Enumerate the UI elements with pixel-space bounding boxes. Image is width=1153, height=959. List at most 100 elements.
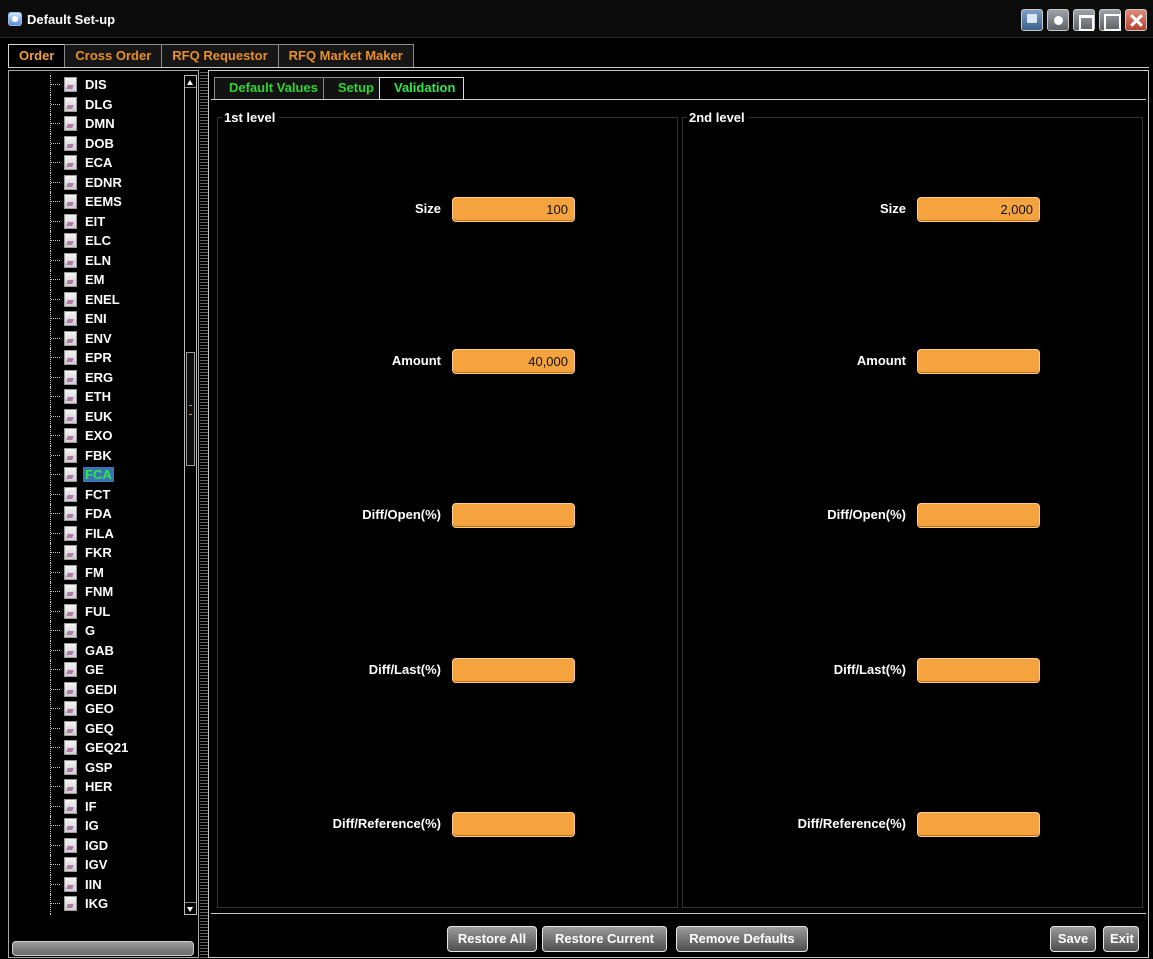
level-1-size-input[interactable] bbox=[452, 197, 575, 222]
tab-default-values[interactable]: Default Values bbox=[214, 77, 327, 99]
tree-connector bbox=[51, 747, 60, 748]
level-2-size-row: Size bbox=[683, 197, 1142, 222]
scroll-thumb[interactable] bbox=[186, 352, 195, 466]
tree-item-label: GSP bbox=[85, 759, 113, 775]
tree-item[interactable]: FILA bbox=[9, 523, 181, 543]
tab-cross-order[interactable]: Cross Order bbox=[64, 44, 163, 68]
tree-item[interactable]: G bbox=[9, 621, 181, 641]
tree-connector bbox=[51, 844, 60, 846]
tab-validation[interactable]: Validation bbox=[379, 77, 465, 99]
remove-defaults-button[interactable]: Remove Defaults bbox=[676, 926, 808, 952]
tree-item[interactable]: EUK bbox=[9, 406, 181, 426]
document-icon bbox=[64, 447, 77, 463]
tree-item[interactable]: GEQ21 bbox=[9, 738, 181, 758]
save-button[interactable]: Save bbox=[1050, 926, 1096, 952]
tree-item[interactable]: ELC bbox=[9, 231, 181, 251]
tree-item[interactable]: GEQ bbox=[9, 718, 181, 738]
record-icon[interactable] bbox=[1047, 9, 1069, 31]
restore-current-button[interactable]: Restore Current bbox=[542, 926, 667, 952]
tree-item[interactable]: FCA bbox=[9, 465, 181, 485]
tree-item[interactable]: FBK bbox=[9, 445, 181, 465]
tree-connector bbox=[51, 669, 60, 670]
tree-item[interactable]: DIS bbox=[9, 75, 181, 95]
tree-item[interactable]: EIT bbox=[9, 211, 181, 231]
tree-item[interactable]: IGD bbox=[9, 835, 181, 855]
scroll-up-icon[interactable] bbox=[185, 76, 196, 88]
tree-connector bbox=[51, 513, 60, 514]
tree-connector bbox=[51, 493, 60, 495]
tree-item[interactable]: ERG bbox=[9, 367, 181, 387]
tree-connector bbox=[51, 805, 60, 807]
document-icon bbox=[64, 642, 77, 658]
tree-item[interactable]: EM bbox=[9, 270, 181, 290]
document-icon bbox=[64, 116, 77, 131]
level-1-diff-last-input[interactable] bbox=[452, 658, 575, 683]
tree-item[interactable]: ENV bbox=[9, 328, 181, 348]
tab-order[interactable]: Order bbox=[8, 44, 66, 68]
level-2-diff-reference-input[interactable] bbox=[917, 812, 1040, 837]
document-icon bbox=[64, 467, 77, 482]
tree-connector bbox=[51, 103, 60, 105]
restore-all-button[interactable]: Restore All bbox=[447, 926, 537, 952]
tree-connector bbox=[51, 766, 60, 768]
tree-item[interactable]: IKG bbox=[9, 894, 181, 914]
level-2-size-input[interactable] bbox=[917, 197, 1040, 222]
tree-vertical-scrollbar[interactable] bbox=[184, 75, 197, 915]
tree-item[interactable]: GEO bbox=[9, 699, 181, 719]
maximize-icon[interactable] bbox=[1099, 9, 1121, 31]
level-2-diff-last-input[interactable] bbox=[917, 658, 1040, 683]
tree-item[interactable]: GE bbox=[9, 660, 181, 680]
level-1-diff-reference-input[interactable] bbox=[452, 812, 575, 837]
tree-item[interactable]: IGV bbox=[9, 855, 181, 875]
tree-item[interactable]: ENI bbox=[9, 309, 181, 329]
tree-item[interactable]: IF bbox=[9, 796, 181, 816]
tree-item-label: ELC bbox=[85, 233, 111, 248]
tree-item[interactable]: FUL bbox=[9, 601, 181, 621]
tree-item[interactable]: HER bbox=[9, 777, 181, 797]
tree-item[interactable]: FCT bbox=[9, 484, 181, 504]
level-1-diff-open-input[interactable] bbox=[452, 503, 575, 528]
close-icon[interactable] bbox=[1125, 9, 1147, 31]
tree-item[interactable]: IKGR bbox=[9, 913, 181, 915]
tree-item[interactable]: DLG bbox=[9, 94, 181, 114]
tree-item[interactable]: EXO bbox=[9, 426, 181, 446]
tree-item[interactable]: IIN bbox=[9, 874, 181, 894]
document-icon bbox=[64, 155, 77, 170]
tab-rfq-market-maker[interactable]: RFQ Market Maker bbox=[277, 44, 414, 68]
exit-button[interactable]: Exit bbox=[1103, 926, 1139, 952]
tree-item[interactable]: GAB bbox=[9, 640, 181, 660]
tree-item[interactable]: FM bbox=[9, 562, 181, 582]
minimize-icon[interactable] bbox=[1073, 9, 1095, 31]
tree-item[interactable]: GSP bbox=[9, 757, 181, 777]
tree-item[interactable]: EPR bbox=[9, 348, 181, 368]
tab-setup[interactable]: Setup bbox=[322, 77, 383, 99]
level-1-amount-input[interactable] bbox=[452, 349, 575, 374]
tree-item-label: FM bbox=[85, 564, 104, 580]
tree-item-label: GE bbox=[85, 662, 104, 677]
tree-item-label: EEMS bbox=[85, 194, 122, 209]
tree-item[interactable]: ETH bbox=[9, 387, 181, 407]
panel-splitter[interactable] bbox=[200, 70, 208, 958]
tree-item[interactable]: FDA bbox=[9, 504, 181, 524]
tree-item[interactable]: ECA bbox=[9, 153, 181, 173]
scroll-down-icon[interactable] bbox=[185, 902, 196, 914]
tree-connector bbox=[51, 649, 60, 651]
tree-item[interactable]: GEDI bbox=[9, 679, 181, 699]
tree-item[interactable]: FNM bbox=[9, 582, 181, 602]
tab-rfq-requestor[interactable]: RFQ Requestor bbox=[161, 44, 279, 68]
document-icon bbox=[64, 525, 77, 541]
tree-item[interactable]: DOB bbox=[9, 133, 181, 153]
level-2-diff-open-input[interactable] bbox=[917, 503, 1040, 528]
tree-connector bbox=[51, 825, 60, 826]
tree-item[interactable]: EEMS bbox=[9, 192, 181, 212]
level-1-amount-row: Amount bbox=[218, 349, 677, 374]
tree-item[interactable]: ELN bbox=[9, 250, 181, 270]
tree-item[interactable]: FKR bbox=[9, 543, 181, 563]
level-2-amount-input[interactable] bbox=[917, 349, 1040, 374]
tree-item[interactable]: DMN bbox=[9, 114, 181, 134]
monitor-icon[interactable] bbox=[1021, 9, 1043, 31]
tree-item[interactable]: IG bbox=[9, 816, 181, 836]
tree-item[interactable]: EDNR bbox=[9, 172, 181, 192]
tree-item[interactable]: ENEL bbox=[9, 289, 181, 309]
tree-horizontal-scrollbar[interactable] bbox=[12, 941, 194, 956]
